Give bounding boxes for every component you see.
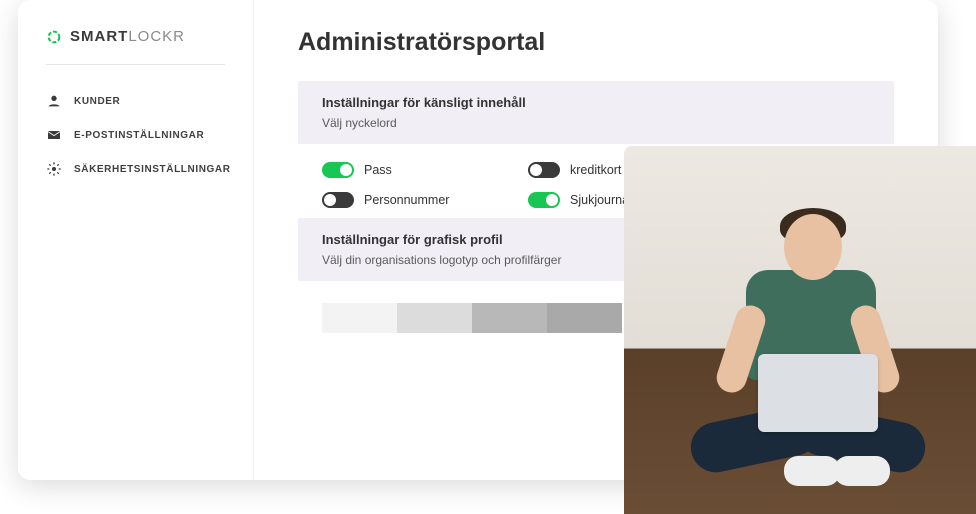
person-illustration	[664, 204, 934, 514]
hero-photo	[624, 146, 976, 514]
color-swatch[interactable]	[472, 303, 547, 333]
page-title: Administratörsportal	[298, 28, 894, 57]
user-icon	[46, 93, 62, 109]
toggle-label: Personnummer	[364, 193, 449, 207]
toggle-personnummer: Personnummer	[322, 192, 488, 208]
sidebar-item-epost[interactable]: E-POSTINSTÄLLNINGAR	[46, 127, 225, 143]
toggle-label: kreditkort	[570, 163, 621, 177]
toggle-pass: Pass	[322, 162, 488, 178]
toggle-switch[interactable]	[528, 192, 560, 208]
color-swatch[interactable]	[322, 303, 397, 333]
toggle-switch[interactable]	[322, 192, 354, 208]
sidebar-item-label: KUNDER	[74, 96, 120, 107]
sidebar-item-label: SÄKERHETSINSTÄLLNINGAR	[74, 164, 231, 175]
brand-name-light: LOCKR	[128, 28, 185, 45]
toggle-label: Sjukjournal	[570, 193, 632, 207]
sidebar-item-kunder[interactable]: KUNDER	[46, 93, 225, 109]
sidebar-nav: KUNDER E-POSTINSTÄLLNINGAR SÄKERHETSINST…	[46, 93, 225, 177]
panel-subtitle: Välj nyckelord	[322, 116, 870, 130]
brand-icon	[46, 29, 62, 45]
color-swatch[interactable]	[397, 303, 472, 333]
gear-icon	[46, 161, 62, 177]
color-swatch[interactable]	[547, 303, 622, 333]
mail-icon	[46, 127, 62, 143]
brand-logo: SMARTLOCKR	[46, 28, 225, 65]
toggle-label: Pass	[364, 163, 392, 177]
brand-name-strong: SMART	[70, 28, 128, 45]
panel-title: Inställningar för känsligt innehåll	[322, 95, 870, 110]
color-swatches	[322, 303, 622, 333]
panel-sensitive-content: Inställningar för känsligt innehåll Välj…	[298, 81, 894, 144]
toggle-switch[interactable]	[528, 162, 560, 178]
sidebar-item-sakerhet[interactable]: SÄKERHETSINSTÄLLNINGAR	[46, 161, 225, 177]
sidebar-item-label: E-POSTINSTÄLLNINGAR	[74, 130, 204, 141]
toggle-switch[interactable]	[322, 162, 354, 178]
sidebar: SMARTLOCKR KUNDER E-POSTINSTÄLLNINGAR SÄ…	[18, 0, 254, 480]
